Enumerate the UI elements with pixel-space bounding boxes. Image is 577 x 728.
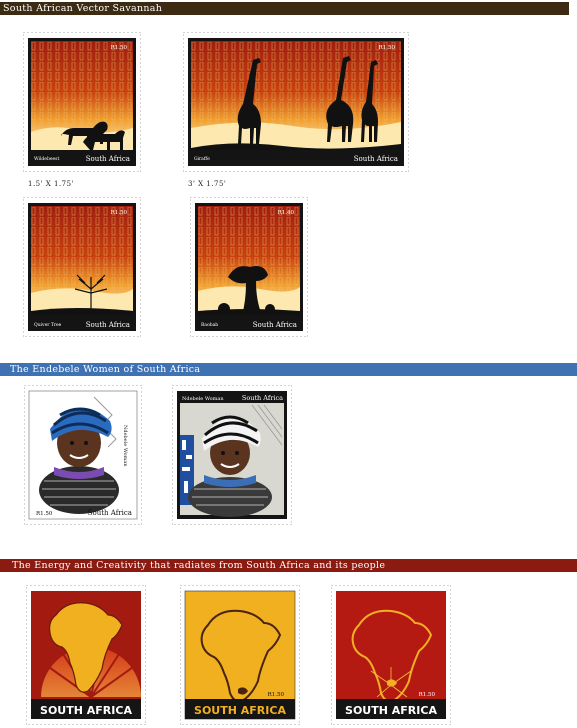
stamp-country: South Africa xyxy=(242,394,283,402)
stamp-country: SOUTH AFRICA xyxy=(40,704,132,717)
stamp-country: SOUTH AFRICA xyxy=(194,704,286,717)
section-header-endebele: The Endebele Women of South Africa xyxy=(0,363,577,376)
section-header-savannah: South African Vector Savannah xyxy=(0,2,569,15)
size-label-large: 3' X 1.75' xyxy=(188,180,227,188)
stamp-value: R1.50 xyxy=(111,45,128,51)
stamp-quiver-tree[interactable]: R1.50 Quiver Tree South Africa xyxy=(23,197,141,337)
section-header-energy: The Energy and Creativity that radiates … xyxy=(0,559,577,572)
stamp-country: SOUTH AFRICA xyxy=(345,704,437,717)
stamp-value: R1.50 xyxy=(36,511,53,517)
stamp-endebele-2[interactable]: Ndebele Woman South Africa xyxy=(172,385,292,525)
stamp-label: Baobab xyxy=(201,322,218,328)
stamp-country: South Africa xyxy=(86,321,130,329)
stamp-country: South Africa xyxy=(354,155,398,163)
stamp-energy-3[interactable]: R1.50 SOUTH AFRICA xyxy=(331,585,451,725)
stamp-label: Wildebeest xyxy=(34,156,59,162)
stamp-label: Ndebele Woman xyxy=(182,396,224,402)
stamp-wildebeest[interactable]: R1.50 Wildebeest South Africa xyxy=(23,32,141,172)
section-title: The Energy and Creativity that radiates … xyxy=(12,560,386,571)
stamp-country: South Africa xyxy=(88,509,132,517)
section-title: South African Vector Savannah xyxy=(3,3,163,14)
stamp-value: R1.50 xyxy=(419,692,436,698)
stamp-label: Giraffe xyxy=(194,156,210,162)
stamp-label: Quiver Tree xyxy=(34,322,62,328)
size-label-small: 1.5' X 1.75' xyxy=(28,180,75,188)
stamp-value: R1.50 xyxy=(111,210,128,216)
stamp-energy-2[interactable]: R1.50 SOUTH AFRICA xyxy=(180,585,300,725)
stamp-label: Ndebele Woman xyxy=(122,425,128,467)
stamp-country: South Africa xyxy=(253,321,297,329)
stamp-energy-1[interactable]: SOUTH AFRICA xyxy=(26,585,146,725)
stamp-value: R1.50 xyxy=(379,45,396,51)
stamp-value: R1.40 xyxy=(278,210,295,216)
stamp-giraffe[interactable]: R1.50 Giraffe South Africa xyxy=(183,32,409,172)
stamp-value: R1.50 xyxy=(268,692,285,698)
stamp-baobab[interactable]: R1.40 Baobab South Africa xyxy=(190,197,308,337)
section-title: The Endebele Women of South Africa xyxy=(10,364,201,375)
stamp-endebele-1[interactable]: Ndebele Woman R1.50 South Africa xyxy=(24,385,142,525)
stamp-country: South Africa xyxy=(86,155,130,163)
